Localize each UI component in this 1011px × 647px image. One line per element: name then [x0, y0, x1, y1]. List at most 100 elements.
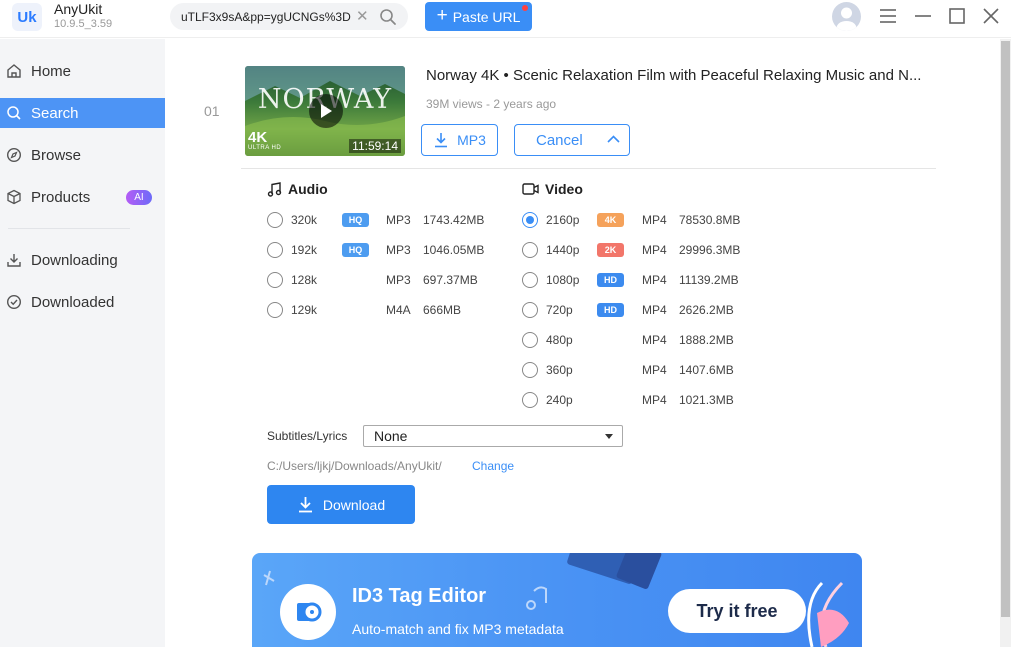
radio-button[interactable] [267, 302, 283, 318]
sidebar-item-label: Home [31, 62, 72, 80]
option-quality: 480p [546, 333, 573, 347]
try-it-free-button[interactable]: Try it free [668, 589, 806, 633]
video-option-240p[interactable]: 240p MP4 1021.3MB [522, 390, 762, 410]
video-option-1440p[interactable]: 1440p 2K MP4 29996.3MB [522, 240, 762, 260]
option-quality: 320k [291, 213, 318, 227]
quality-badge: HQ [342, 213, 369, 227]
box-icon [7, 189, 21, 205]
audio-option-320k[interactable]: 320k HQ MP3 1743.42MB [267, 210, 507, 230]
option-quality: 1440p [546, 243, 580, 257]
app-logo: Uk [12, 3, 42, 31]
banner-subtitle: Auto-match and fix MP3 metadata [352, 621, 564, 637]
quality-badge: HQ [342, 243, 369, 257]
video-option-1080p[interactable]: 1080p HD MP4 11139.2MB [522, 270, 762, 290]
subtitles-select[interactable]: None [363, 425, 623, 447]
menu-icon[interactable] [878, 6, 898, 26]
plus-icon: + [436, 5, 448, 26]
clear-icon[interactable]: ✕ [356, 7, 369, 25]
option-format: MP4 [642, 333, 667, 347]
option-size: 29996.3MB [679, 243, 741, 257]
minimize-icon[interactable] [913, 6, 933, 26]
app-name: AnyUkit [54, 1, 103, 17]
radio-button[interactable] [522, 272, 538, 288]
sidebar-item-search[interactable]: Search [0, 98, 165, 128]
change-path-link[interactable]: Change [472, 459, 514, 473]
music-disc-icon [297, 602, 322, 622]
download-icon [7, 254, 21, 267]
url-input[interactable]: uTLF3x9sA&pp=ygUCNGs%3D ✕ [170, 3, 408, 30]
option-quality: 128k [291, 273, 318, 287]
radio-button[interactable] [522, 212, 538, 228]
cancel-button[interactable]: Cancel [514, 124, 630, 156]
sidebar-item-browse[interactable]: Browse [0, 140, 165, 170]
video-option-360p[interactable]: 360p MP4 1407.6MB [522, 360, 762, 380]
audio-option-128k[interactable]: 128k MP3 697.37MB [267, 270, 507, 290]
scrollbar-thumb[interactable] [1001, 41, 1010, 617]
download-icon [435, 133, 448, 148]
download-button-label: Download [322, 496, 386, 513]
main-content: 01 NORWAY 4K ULTRA HD 11:59:14 Norway 4K… [165, 39, 1000, 647]
video-option-480p[interactable]: 480p MP4 1888.2MB [522, 330, 762, 350]
radio-button[interactable] [522, 242, 538, 258]
subtitles-value: None [374, 428, 408, 444]
scrollbar[interactable] [1000, 39, 1011, 647]
app-logo-text: Uk [17, 8, 37, 26]
audio-section-title: Audio [267, 181, 328, 197]
video-thumbnail[interactable]: NORWAY 4K ULTRA HD 11:59:14 [245, 66, 405, 156]
ai-badge: AI [126, 190, 152, 205]
close-icon[interactable] [981, 6, 1001, 26]
radio-button[interactable] [522, 332, 538, 348]
option-size: 1888.2MB [679, 333, 734, 347]
sidebar: Home Search Browse Products AI Downloadi… [0, 39, 165, 647]
sidebar-item-label: Search [31, 104, 79, 122]
video-option-720p[interactable]: 720p HD MP4 2626.2MB [522, 300, 762, 320]
mp3-download-button[interactable]: MP3 [421, 124, 498, 156]
url-input-value[interactable]: uTLF3x9sA&pp=ygUCNGs%3D [181, 10, 359, 24]
sidebar-item-downloaded[interactable]: Downloaded [0, 287, 165, 317]
quality-badge: HD [597, 273, 624, 287]
app-window: Uk AnyUkit 10.9.5_3.59 uTLF3x9sA&pp=ygUC… [0, 0, 1011, 647]
subtitles-label: Subtitles/Lyrics [267, 429, 348, 443]
option-format: MP4 [642, 303, 667, 317]
radio-button[interactable] [267, 242, 283, 258]
download-button[interactable]: Download [267, 485, 415, 524]
play-button[interactable] [309, 94, 343, 128]
audio-title-label: Audio [288, 181, 328, 197]
sidebar-item-products[interactable]: Products AI [0, 182, 165, 212]
option-format: MP4 [642, 243, 667, 257]
paste-url-button[interactable]: + Paste URL [425, 2, 532, 31]
sidebar-item-home[interactable]: Home [0, 56, 165, 86]
sidebar-divider [8, 228, 130, 229]
option-size: 1021.3MB [679, 393, 734, 407]
download-icon [298, 497, 312, 513]
radio-button[interactable] [267, 212, 283, 228]
video-camera-icon [522, 183, 539, 195]
notification-dot [522, 5, 528, 11]
option-size: 666MB [423, 303, 462, 317]
sidebar-item-downloading[interactable]: Downloading [0, 245, 165, 275]
maximize-icon[interactable] [947, 6, 967, 26]
option-quality: 360p [546, 363, 573, 377]
video-option-2160p[interactable]: 2160p 4K MP4 78530.8MB [522, 210, 762, 230]
save-path: C:/Users/ljkj/Downloads/AnyUkit/ [267, 459, 442, 473]
user-avatar[interactable] [832, 2, 861, 31]
thumbnail-uhd-badge: ULTRA HD [248, 145, 282, 151]
mp3-button-label: MP3 [457, 132, 486, 148]
option-quality: 129k [291, 303, 318, 317]
audio-option-129k[interactable]: 129k M4A 666MB [267, 300, 507, 320]
title-bar: Uk AnyUkit 10.9.5_3.59 uTLF3x9sA&pp=ygUC… [0, 0, 1011, 38]
video-title-label: Video [545, 181, 583, 197]
option-size: 1407.6MB [679, 363, 734, 377]
search-icon[interactable] [379, 8, 397, 26]
quality-badge: 2K [597, 243, 624, 257]
audio-option-192k[interactable]: 192k HQ MP3 1046.05MB [267, 240, 507, 260]
cancel-button-label: Cancel [536, 132, 583, 149]
radio-button[interactable] [522, 362, 538, 378]
banner-title: ID3 Tag Editor [352, 585, 487, 607]
search-icon [7, 106, 21, 120]
radio-button[interactable] [522, 392, 538, 408]
promo-banner[interactable]: ID3 Tag Editor Auto-match and fix MP3 me… [252, 553, 862, 647]
radio-button[interactable] [522, 302, 538, 318]
radio-button[interactable] [267, 272, 283, 288]
option-format: MP4 [642, 213, 667, 227]
